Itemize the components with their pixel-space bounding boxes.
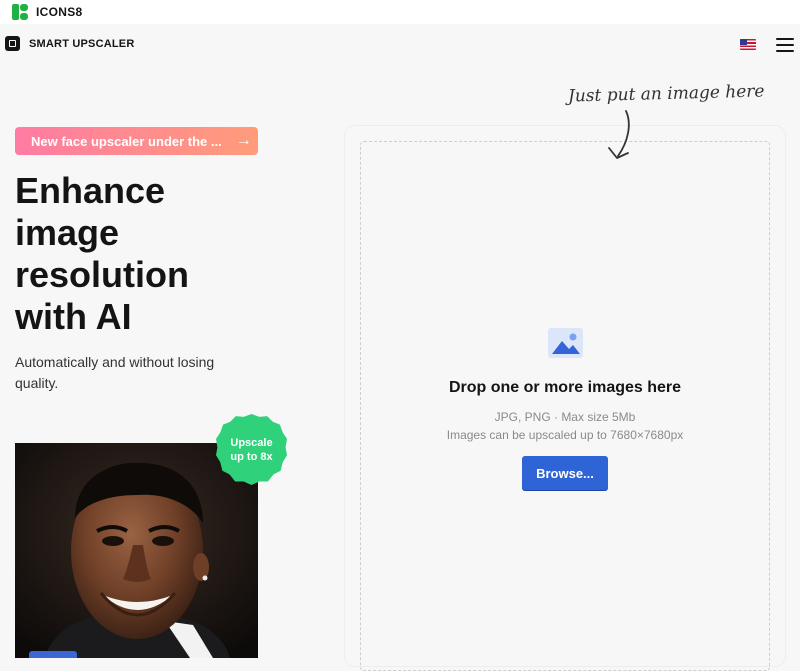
curved-arrow-icon bbox=[608, 110, 630, 159]
hamburger-menu-icon[interactable] bbox=[776, 38, 794, 52]
us-flag-icon[interactable] bbox=[740, 39, 756, 50]
page-title: Enhance image resolution with AI bbox=[15, 170, 315, 338]
image-drop-zone[interactable] bbox=[360, 141, 770, 671]
title-line: with AI bbox=[15, 296, 132, 337]
upscale-limit: Images can be upscaled up to 7680×7680px bbox=[446, 428, 684, 442]
top-bar: ICONS8 bbox=[0, 0, 800, 24]
file-formats: JPG, PNG · Max size 5Mb bbox=[494, 410, 636, 424]
app-brand-link[interactable]: SMART UPSCALER bbox=[5, 36, 134, 51]
drop-requirements: JPG, PNG · Max size 5Mb Images can be up… bbox=[360, 408, 770, 444]
browse-button[interactable]: Browse... bbox=[522, 456, 608, 490]
title-line: image bbox=[15, 212, 120, 253]
sample-portrait-image bbox=[15, 443, 258, 658]
app-nav-bar: SMART UPSCALER bbox=[0, 24, 800, 66]
icons8-logo-icon bbox=[12, 4, 28, 20]
drop-title: Drop one or more images here bbox=[448, 379, 682, 396]
title-line: resolution bbox=[15, 254, 190, 295]
image-placeholder-icon bbox=[548, 328, 583, 358]
brand-name: ICONS8 bbox=[36, 5, 83, 19]
promo-banner-button[interactable]: New face upscaler under the ... → bbox=[15, 127, 258, 155]
upscaler-logo-icon bbox=[5, 36, 20, 51]
badge-label: Upscale up to 8x bbox=[230, 436, 273, 463]
portrait-illustration bbox=[15, 443, 258, 658]
icons8-brand-link[interactable]: ICONS8 bbox=[12, 4, 82, 20]
app-name: SMART UPSCALER bbox=[29, 37, 135, 50]
page-subtitle: Automatically and without losing quality… bbox=[15, 354, 215, 391]
promo-label: New face upscaler under the ... bbox=[31, 133, 222, 149]
arrow-right-icon: → bbox=[235, 132, 252, 149]
drop-hint: Just put an image here bbox=[567, 81, 765, 107]
title-line: Enhance bbox=[15, 170, 166, 211]
